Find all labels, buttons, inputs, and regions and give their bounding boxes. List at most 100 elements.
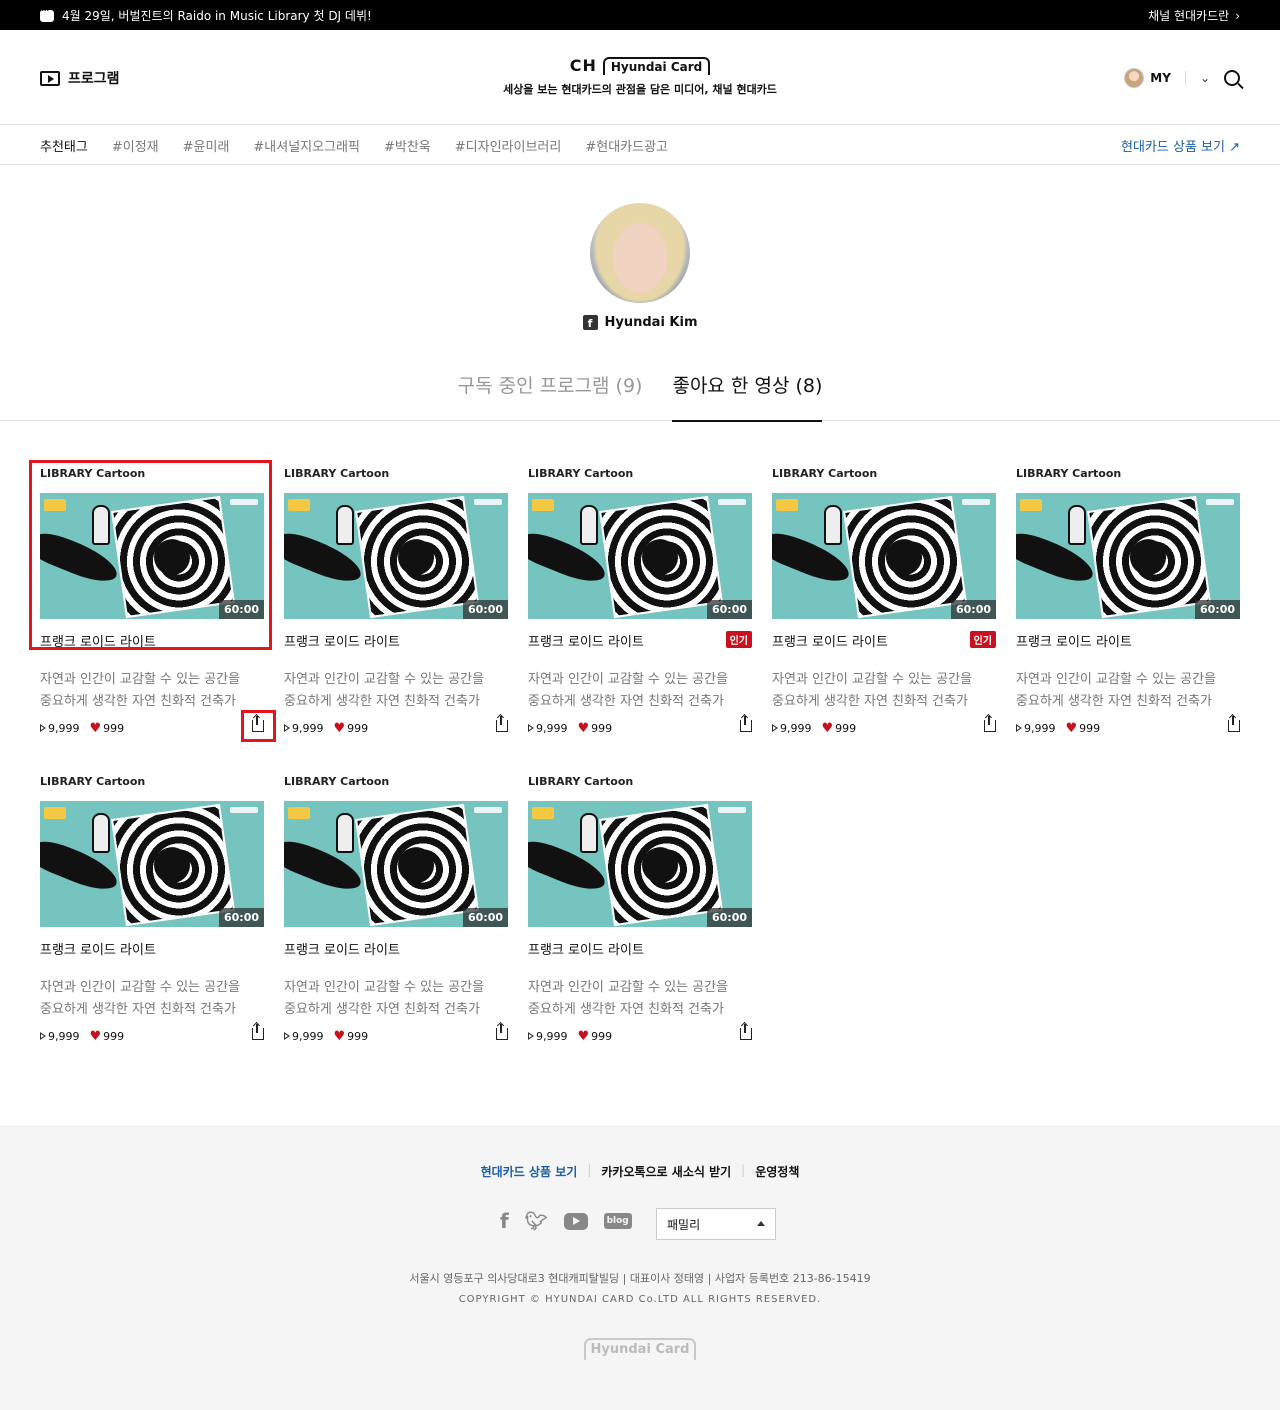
video-title[interactable]: 프랭크 로이드 라이트 bbox=[284, 943, 400, 958]
video-title[interactable]: 프랭크 로이드 라이트 bbox=[772, 635, 888, 650]
play-count-value: 9,999 bbox=[536, 721, 568, 735]
video-thumbnail[interactable]: 60:00 bbox=[284, 493, 508, 619]
video-thumbnail[interactable]: 60:00 bbox=[528, 493, 752, 619]
video-desc-line: 자연과 인간이 교감할 수 있는 공간을 bbox=[528, 672, 729, 687]
video-card[interactable]: LIBRARY Cartoon 60:00 프랭크 로이드 라이트 인기 자연과… bbox=[772, 467, 996, 737]
like-count-value: 999 bbox=[103, 1029, 125, 1043]
tab-subscribed-programs[interactable]: 구독 중인 프로그램 (9) bbox=[458, 371, 643, 422]
about-channel-label: 채널 현대카드란 bbox=[1148, 9, 1230, 23]
video-thumbnail[interactable]: 60:00 bbox=[284, 801, 508, 927]
play-icon bbox=[1016, 724, 1022, 732]
video-card[interactable]: LIBRARY Cartoon 60:00 프랭크 로이드 라이트 자연과 인간… bbox=[284, 467, 508, 737]
video-card[interactable]: LIBRARY Cartoon 60:00 프랭크 로이드 라이트 자연과 인간… bbox=[528, 775, 752, 1045]
video-title[interactable]: 프랭크 로이드 라이트 bbox=[528, 943, 644, 958]
divider: | bbox=[741, 1163, 746, 1177]
tag-item[interactable]: #디자인라이브러리 bbox=[455, 136, 562, 155]
video-duration: 60:00 bbox=[706, 600, 752, 619]
video-card[interactable]: LIBRARY Cartoon 60:00 프랭크 로이드 라이트 인기 자연과… bbox=[528, 467, 752, 737]
my-label[interactable]: MY bbox=[1150, 71, 1171, 85]
search-icon[interactable] bbox=[1224, 70, 1240, 86]
video-title-row: 프랭크 로이드 라이트 bbox=[284, 631, 508, 650]
video-thumbnail[interactable]: 60:00 bbox=[772, 493, 996, 619]
video-desc-line: 자연과 인간이 교감할 수 있는 공간을 bbox=[40, 980, 241, 995]
shop-link[interactable]: 현대카드 상품 보기 ↗ bbox=[1121, 136, 1240, 155]
heart-icon: ♥ bbox=[1065, 720, 1078, 736]
about-channel-link[interactable]: 채널 현대카드란 › bbox=[1148, 7, 1240, 24]
video-stats: 9,999 ♥ 999 bbox=[528, 1024, 752, 1045]
like-count: ♥ 999 bbox=[578, 722, 613, 735]
share-icon[interactable] bbox=[496, 716, 508, 732]
tag-item[interactable]: #현대카드광고 bbox=[585, 136, 668, 155]
tag-item[interactable]: #이정재 bbox=[112, 136, 159, 155]
thumb-program-mark bbox=[532, 807, 554, 819]
logo-mark[interactable]: CH Hyundai Card bbox=[570, 56, 711, 75]
facebook-icon[interactable]: f bbox=[500, 1209, 509, 1233]
footer-logo: Hyundai Card bbox=[584, 1338, 696, 1360]
share-icon[interactable] bbox=[496, 1024, 508, 1040]
youtube-icon[interactable] bbox=[563, 1212, 588, 1230]
social-links: f 🐦︎ blog bbox=[500, 1209, 632, 1233]
header-actions: MY ⌄ bbox=[1124, 68, 1240, 88]
twitter-icon[interactable]: 🐦︎ bbox=[525, 1211, 548, 1232]
notice-message[interactable]: 4월 29일, 버벌진트의 Raido in Music Library 첫 D… bbox=[40, 4, 372, 24]
thumb-art-figure bbox=[336, 505, 354, 545]
video-title[interactable]: 프랭크 로이드 라이트 bbox=[1016, 635, 1132, 650]
video-desc-line: 중요하게 생각한 자연 친화적 건축가 bbox=[528, 694, 724, 709]
play-count-value: 9,999 bbox=[48, 721, 80, 735]
video-stats: 9,999 ♥ 999 bbox=[528, 716, 752, 737]
share-icon[interactable] bbox=[740, 1024, 752, 1040]
tag-item[interactable]: #박찬욱 bbox=[384, 136, 431, 155]
chevron-down-icon[interactable]: ⌄ bbox=[1200, 71, 1210, 85]
video-title-row: 프랭크 로이드 라이트 bbox=[1016, 631, 1240, 650]
video-thumbnail[interactable]: 60:00 bbox=[1016, 493, 1240, 619]
video-desc-line: 중요하게 생각한 자연 친화적 건축가 bbox=[1016, 694, 1212, 709]
like-count: ♥ 999 bbox=[1066, 722, 1101, 735]
divider bbox=[1184, 71, 1186, 85]
site-logo: CH Hyundai Card 세상을 보는 현대카드의 관점을 담은 미디어,… bbox=[0, 56, 1280, 97]
play-icon bbox=[528, 1032, 534, 1040]
video-stats: 9,999 ♥ 999 bbox=[284, 716, 508, 737]
video-desc-line: 자연과 인간이 교감할 수 있는 공간을 bbox=[772, 672, 973, 687]
video-card[interactable]: LIBRARY Cartoon 60:00 프랭크 로이드 라이트 자연과 인간… bbox=[284, 775, 508, 1045]
play-count-value: 9,999 bbox=[292, 721, 324, 735]
video-stats: 9,999 ♥ 999 bbox=[1016, 716, 1240, 737]
thumb-program-mark bbox=[288, 499, 310, 511]
video-title[interactable]: 프랭크 로이드 라이트 bbox=[284, 635, 400, 650]
family-site-select[interactable]: 패밀리 bbox=[656, 1208, 776, 1240]
avatar[interactable] bbox=[1124, 68, 1145, 88]
like-count: ♥ 999 bbox=[334, 1030, 369, 1043]
video-title[interactable]: 프랭크 로이드 라이트 bbox=[40, 943, 156, 958]
video-desc-line: 자연과 인간이 교감할 수 있는 공간을 bbox=[284, 672, 485, 687]
logo-brand: Hyundai Card bbox=[602, 56, 711, 75]
video-desc-line: 자연과 인간이 교감할 수 있는 공간을 bbox=[284, 980, 485, 995]
like-count: ♥ 999 bbox=[334, 722, 369, 735]
video-stats: 9,999 ♥ 999 bbox=[40, 1024, 264, 1045]
video-desc-line: 중요하게 생각한 자연 친화적 건축가 bbox=[284, 694, 480, 709]
play-count: 9,999 bbox=[1016, 722, 1056, 735]
share-icon[interactable] bbox=[1228, 716, 1240, 732]
heart-icon: ♥ bbox=[333, 720, 346, 736]
video-thumbnail[interactable]: 60:00 bbox=[40, 801, 264, 927]
video-description: 자연과 인간이 교감할 수 있는 공간을 중요하게 생각한 자연 친화적 건축가 bbox=[528, 669, 752, 713]
video-category: LIBRARY Cartoon bbox=[284, 775, 390, 788]
footer-link-products[interactable]: 현대카드 상품 보기 bbox=[481, 1163, 578, 1180]
video-card[interactable]: LIBRARY Cartoon 60:00 프랭크 로이드 라이트 자연과 인간… bbox=[1016, 467, 1240, 737]
thumb-art-figure bbox=[580, 505, 598, 545]
video-title[interactable]: 프랭크 로이드 라이트 bbox=[528, 635, 644, 650]
share-icon[interactable] bbox=[252, 1024, 264, 1040]
play-count: 9,999 bbox=[772, 722, 812, 735]
video-card[interactable]: LIBRARY Cartoon 60:00 프랭크 로이드 라이트 자연과 인간… bbox=[40, 775, 264, 1045]
tab-liked-videos[interactable]: 좋아요 한 영상 (8) bbox=[672, 371, 823, 422]
footer-link-policy[interactable]: 운영정책 bbox=[755, 1163, 799, 1180]
share-icon[interactable] bbox=[740, 716, 752, 732]
tag-item[interactable]: #내셔널지오그래픽 bbox=[253, 136, 360, 155]
like-count-value: 999 bbox=[835, 721, 857, 735]
blog-icon[interactable]: blog bbox=[603, 1213, 632, 1229]
footer-link-kakao[interactable]: 카카오톡으로 새소식 받기 bbox=[601, 1163, 731, 1180]
share-icon[interactable] bbox=[984, 716, 996, 732]
thumb-art-figure bbox=[92, 813, 110, 853]
video-thumbnail[interactable]: 60:00 bbox=[528, 801, 752, 927]
tag-recommended: 추천태그 bbox=[40, 140, 88, 155]
heart-icon: ♥ bbox=[577, 720, 590, 736]
tag-item[interactable]: #윤미래 bbox=[183, 136, 230, 155]
